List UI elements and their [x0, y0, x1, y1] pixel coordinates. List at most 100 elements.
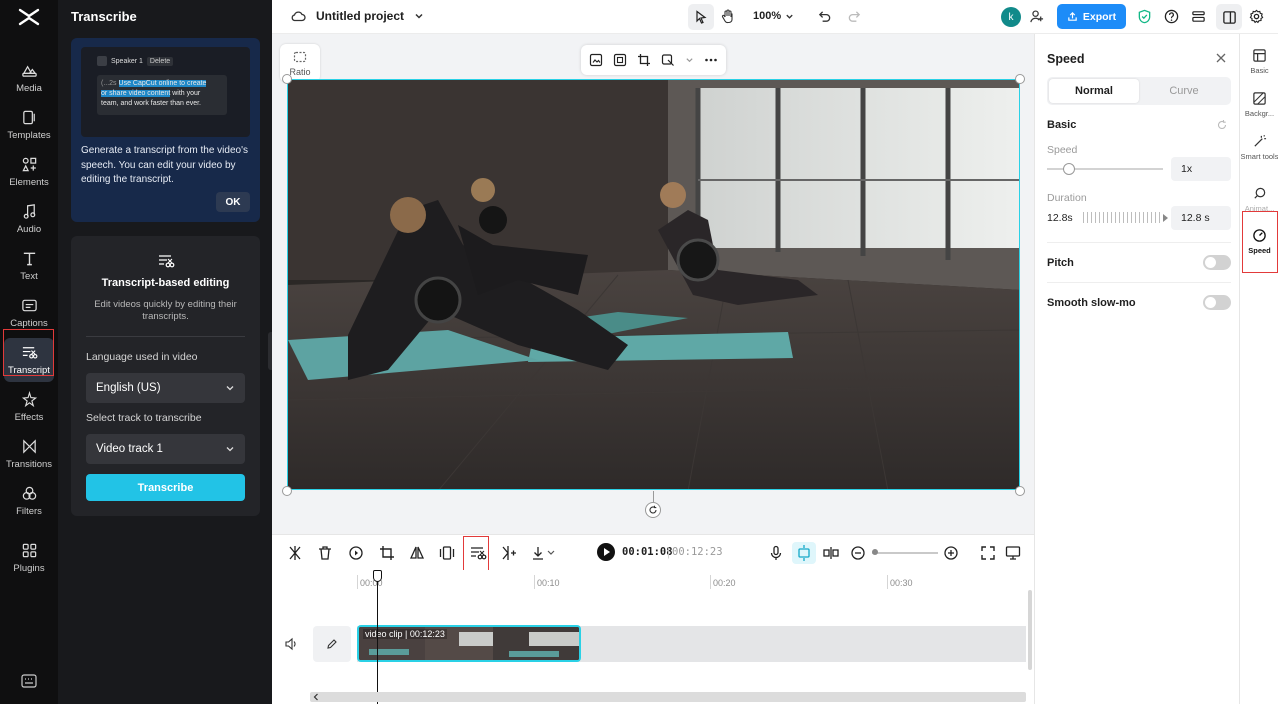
rtool-smart-tools[interactable]: Smart tools — [1240, 134, 1278, 161]
split-tool[interactable] — [286, 544, 304, 562]
playhead-line[interactable] — [377, 570, 378, 704]
select-tool-button[interactable] — [688, 4, 714, 30]
stack-icon[interactable] — [1191, 9, 1206, 24]
video-frame[interactable] — [287, 79, 1020, 490]
track-edit-button[interactable] — [313, 626, 351, 662]
promo-illustration: Speaker 1 Delete (...2s Use CapCut onlin… — [81, 47, 250, 137]
close-icon[interactable] — [1215, 52, 1227, 64]
speed-value-field[interactable]: 1x — [1171, 157, 1231, 181]
video-clip[interactable]: video clip | 00:12:23 — [357, 625, 581, 662]
crop-icon[interactable] — [637, 53, 651, 67]
record-voice-tool[interactable] — [767, 544, 785, 562]
rail-audio[interactable]: Audio — [4, 197, 54, 241]
rtool-background[interactable]: Backgr... — [1240, 91, 1278, 118]
replace-media-icon[interactable] — [589, 53, 603, 67]
transcribe-button[interactable]: Transcribe — [86, 474, 245, 501]
speed-tool[interactable] — [347, 544, 365, 562]
playhead-handle[interactable] — [373, 570, 382, 582]
rail-transitions[interactable]: Transitions — [4, 432, 54, 476]
rtool-basic[interactable]: Basic — [1240, 48, 1278, 75]
trim-tool[interactable] — [500, 544, 518, 562]
rail-captions-label: Captions — [10, 318, 48, 329]
timeline-vertical-scrollbar[interactable] — [1028, 590, 1032, 670]
fullscreen-button[interactable] — [979, 544, 997, 562]
promo-speaker: Speaker 1 — [111, 57, 143, 65]
ratio-label: Ratio — [289, 66, 311, 77]
more-options-icon[interactable] — [704, 53, 718, 67]
rail-elements-label: Elements — [9, 177, 49, 188]
layout-toggle-button[interactable] — [1216, 4, 1242, 30]
rotate-handle[interactable] — [645, 502, 661, 518]
undo-icon[interactable] — [817, 9, 832, 24]
resize-handle-top-right[interactable] — [1015, 74, 1025, 84]
flip-tool[interactable] — [408, 544, 426, 562]
crop-tool[interactable] — [378, 544, 396, 562]
rail-media[interactable]: Media — [4, 56, 54, 100]
zoom-slider-knob[interactable] — [872, 549, 878, 555]
pitch-toggle[interactable] — [1203, 255, 1231, 270]
captions-icon — [21, 299, 37, 312]
add-collaborator-icon[interactable] — [1029, 9, 1044, 24]
project-title-menu[interactable]: Untitled project — [290, 8, 424, 24]
rtool-basic-label: Basic — [1250, 66, 1269, 75]
scroll-left-icon[interactable] — [312, 693, 320, 701]
rotate-connector — [653, 491, 654, 502]
rtool-animation[interactable]: Animat... — [1240, 186, 1278, 213]
help-icon[interactable] — [1164, 9, 1179, 24]
rtool-background-label: Backgr... — [1244, 109, 1275, 118]
background-icon — [1253, 92, 1266, 105]
rail-elements[interactable]: Elements — [4, 150, 54, 194]
zoom-select[interactable]: 100% — [753, 10, 794, 22]
rail-plugins[interactable]: Plugins — [4, 536, 54, 580]
zoom-in-button[interactable] — [942, 544, 960, 562]
user-avatar[interactable]: k — [1001, 7, 1021, 27]
freeze-frame-icon — [439, 546, 455, 560]
preview-mode-button[interactable] — [1004, 544, 1022, 562]
track-select[interactable]: Video track 1 — [86, 434, 245, 464]
rail-filters[interactable]: Filters — [4, 479, 54, 523]
pitch-label: Pitch — [1047, 257, 1074, 269]
settings-gear-icon[interactable] — [1249, 9, 1264, 24]
resize-handle-bottom-right[interactable] — [1015, 486, 1025, 496]
promo-highlight-1: Use CapCut online to create — [118, 80, 207, 87]
resize-handle-bottom-left[interactable] — [282, 486, 292, 496]
tab-curve[interactable]: Curve — [1139, 79, 1229, 103]
keyboard-icon[interactable] — [21, 674, 37, 688]
rail-templates[interactable]: Templates — [4, 103, 54, 147]
delete-tool[interactable] — [316, 544, 334, 562]
play-button[interactable] — [597, 543, 615, 561]
resize-handle-top-left[interactable] — [282, 74, 292, 84]
freeze-tool[interactable] — [438, 544, 456, 562]
rail-templates-label: Templates — [7, 130, 51, 141]
timeline-horizontal-scrollbar[interactable] — [310, 692, 1026, 702]
transcript-icon — [159, 255, 175, 268]
basic-section-title: Basic — [1047, 119, 1077, 131]
speed-slider-knob[interactable] — [1063, 163, 1075, 175]
hand-tool-icon[interactable] — [720, 8, 736, 24]
smooth-slowmo-toggle[interactable] — [1203, 295, 1231, 310]
link-tool[interactable] — [822, 544, 840, 562]
export-button[interactable]: Export — [1057, 4, 1126, 29]
promo-ok-button[interactable]: OK — [216, 192, 250, 212]
redo-icon[interactable] — [847, 9, 862, 24]
cloud-icon — [291, 11, 306, 22]
fit-frame-icon[interactable] — [613, 53, 627, 67]
effects-menu-icon[interactable] — [661, 53, 675, 67]
reset-icon[interactable] — [1216, 119, 1228, 131]
chevron-down-icon[interactable] — [685, 53, 694, 67]
duration-slider[interactable] — [1083, 212, 1161, 223]
shield-check-icon[interactable] — [1137, 9, 1152, 24]
zoom-slider-track[interactable] — [872, 552, 938, 554]
main-track-magnet-tool[interactable] — [792, 542, 816, 564]
track-volume-icon[interactable] — [284, 637, 298, 651]
language-select[interactable]: English (US) — [86, 373, 245, 403]
rail-text[interactable]: Text — [4, 244, 54, 288]
download-tool[interactable] — [530, 544, 556, 562]
tab-normal[interactable]: Normal — [1049, 79, 1139, 103]
promo-time: (...2s — [101, 80, 117, 87]
duration-label: Duration — [1047, 192, 1087, 204]
zoom-out-button[interactable] — [849, 544, 867, 562]
duration-value-field[interactable]: 12.8 s — [1171, 206, 1231, 230]
animation-icon — [1254, 187, 1266, 199]
rail-effects[interactable]: Effects — [4, 385, 54, 429]
